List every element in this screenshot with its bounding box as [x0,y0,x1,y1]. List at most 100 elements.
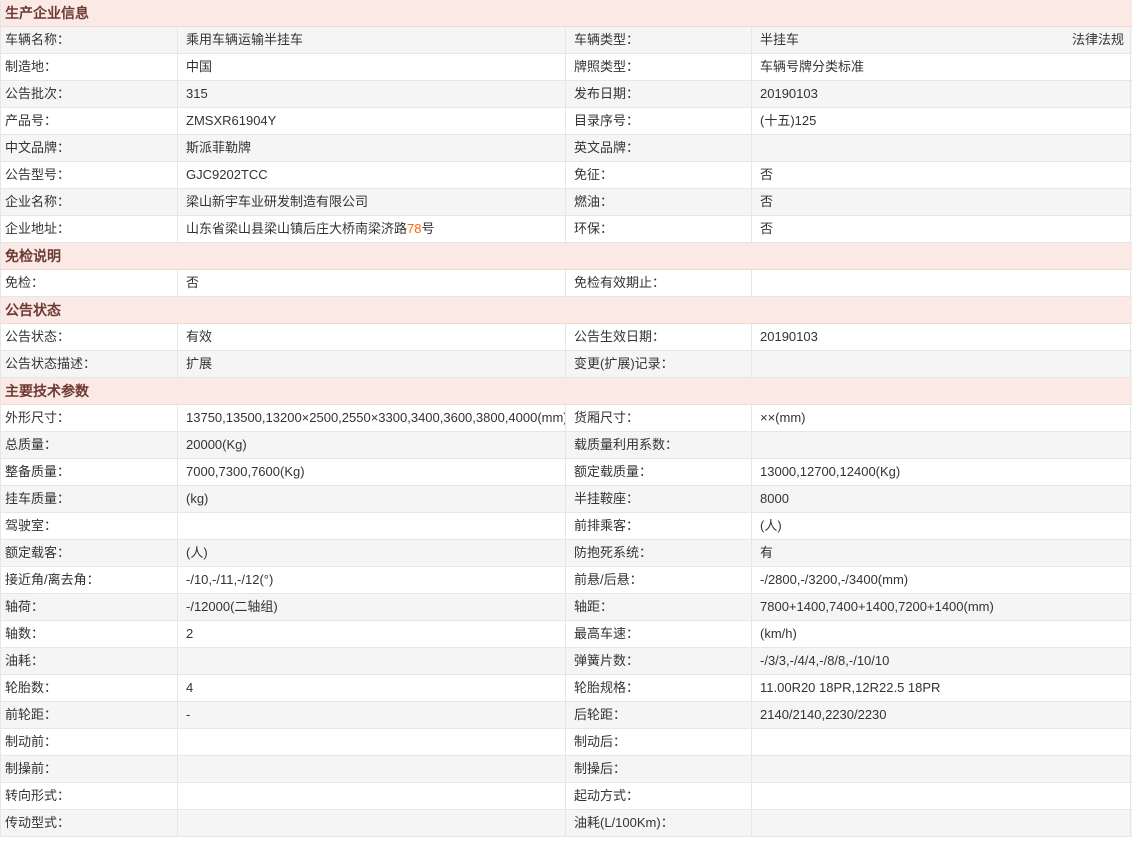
value-text: 315 [186,86,208,101]
value-text: 否 [760,221,774,236]
value-text: - [186,707,191,722]
field-value: 否 [752,189,1131,215]
value-text: ××(mm) [760,410,806,425]
field-value: 2140/2140,2230/2230 [752,702,1131,728]
field-value: 乘用车辆运输半挂车 [178,27,566,53]
value-text: 4 [186,680,194,695]
field-value: - [178,702,566,728]
field-label: 载质量利用系数： [566,432,752,458]
field-value: 有效 [178,324,566,350]
field-label: 驾驶室： [1,513,178,539]
table-row: 企业地址： 山东省梁山县梁山镇后庄大桥南梁济路78号 环保：否 [1,216,1132,243]
field-value: -/10,-/11,-/12(°) [178,567,566,593]
field-value: (人) [752,513,1131,539]
field-label: 发布日期： [566,81,752,107]
field-label: 防抱死系统： [566,540,752,566]
field-value: 否 [752,162,1131,188]
value-text: 8000 [760,491,789,506]
table-row: 挂车质量： (kg) 半挂鞍座： 8000 [1,486,1132,513]
vehicle-info-table: 生产企业信息 车辆名称： 乘用车辆运输半挂车 车辆类型： 法律法规 半挂车 制造地： 中国 牌照… [0,0,1132,837]
field-value: 中国 [178,54,566,80]
table-row: 转向形式： 起动方式： [1,783,1132,810]
field-label: 弹簧片数： [566,648,752,674]
value-text: 半挂车 [760,32,800,47]
value-text: 2140/2140,2230/2230 [760,707,887,722]
field-label: 制操前： [1,756,178,782]
field-value: ××(mm) [752,405,1131,431]
table-row: 整备质量： 7000,7300,7600(Kg) 额定载质量： 13000,12700… [1,459,1132,486]
field-label: 制操后： [566,756,752,782]
table-row: 接近角/离去角： -/10,-/11,-/12(°) 前悬/后悬： -/2800,-/… [1,567,1132,594]
field-value [752,135,1131,161]
value-text: 20190103 [760,329,818,344]
value-text: 车辆号牌分类标准 [760,59,865,74]
field-label: 挂车质量： [1,486,178,512]
highlighted-text: 78 [407,221,422,236]
field-label: 英文品牌： [566,135,752,161]
value-text: 13000,12700,12400(Kg) [760,464,901,479]
value-text: -/10,-/11,-/12(°) [186,572,274,587]
field-value [752,729,1131,755]
field-value: 法律法规 半挂车 [752,27,1131,53]
field-value: 7800+1400,7400+1400,7200+1400(mm) [752,594,1131,620]
value-text: 号 [421,221,435,236]
field-value [178,783,566,809]
field-label: 轴距： [566,594,752,620]
field-label: 企业名称： [1,189,178,215]
field-value: -/3/3,-/4/4,-/8/8,-/10/10 [752,648,1131,674]
value-text: 7000,7300,7600(Kg) [186,464,305,479]
field-value: -/2800,-/3200,-/3400(mm) [752,567,1131,593]
table-row: 公告批次： 315 发布日期： 20190103 [1,81,1132,108]
value-text: 13750,13500,13200×2500,2550×3300,3400,36… [186,410,566,425]
value-text: 扩展 [186,356,213,371]
field-label: 变更(扩展)记录： [566,351,752,377]
value-text: 7800+1400,7400+1400,7200+1400(mm) [760,599,994,614]
field-value: 2 [178,621,566,647]
field-label: 总质量： [1,432,178,458]
field-label: 车辆名称： [1,27,178,53]
value-text: 有效 [186,329,213,344]
field-label: 轮胎数： [1,675,178,701]
value-text: -/12000(二轴组) [186,599,278,614]
field-value [178,513,566,539]
table-row: 额定载客： (人) 防抱死系统： 有 [1,540,1132,567]
field-label: 公告型号： [1,162,178,188]
field-value: (十五)125 [752,108,1131,134]
table-row: 中文品牌： 斯派菲勒牌 英文品牌： [1,135,1132,162]
field-value: -/12000(二轴组) [178,594,566,620]
field-label: 半挂鞍座： [566,486,752,512]
field-value [752,432,1131,458]
value-text: -/2800,-/3200,-/3400(mm) [760,572,909,587]
table-row: 产品号： ZMSXR61904Y 目录序号： (十五)125 [1,108,1132,135]
value-text: 斯派菲勒牌 [186,140,252,155]
field-label: 前轮距： [1,702,178,728]
value-text: (km/h) [760,626,797,641]
section-title: 生产企业信息 [1,0,1132,27]
field-value: 山东省梁山县梁山镇后庄大桥南梁济路78号 [178,216,566,242]
field-value: (km/h) [752,621,1131,647]
value-text: (kg) [186,491,209,506]
field-value: 有 [752,540,1131,566]
field-label: 转向形式： [1,783,178,809]
field-value [178,756,566,782]
field-value: (人) [178,540,566,566]
value-text: 山东省梁山县梁山镇后庄大桥南梁济路 [186,221,408,236]
field-label: 牌照类型： [566,54,752,80]
table-row: 轴荷： -/12000(二轴组) 轴距： 7800+1400,7400+1400,72… [1,594,1132,621]
field-value: (kg) [178,486,566,512]
field-value: 20000(Kg) [178,432,566,458]
field-value: 20190103 [752,324,1131,350]
field-label: 车辆类型： [566,27,752,53]
field-label: 产品号： [1,108,178,134]
value-text: 20190103 [760,86,818,101]
field-value: 4 [178,675,566,701]
field-label: 公告状态描述： [1,351,178,377]
field-value [178,729,566,755]
field-label: 后轮距： [566,702,752,728]
field-value: GJC9202TCC [178,162,566,188]
laws-regulations-link[interactable]: 法律法规 [1072,27,1124,53]
field-label: 额定载客： [1,540,178,566]
table-row: 制动前： 制动后： [1,729,1132,756]
field-value: 扩展 [178,351,566,377]
value-text: 梁山新宇车业研发制造有限公司 [186,194,369,209]
